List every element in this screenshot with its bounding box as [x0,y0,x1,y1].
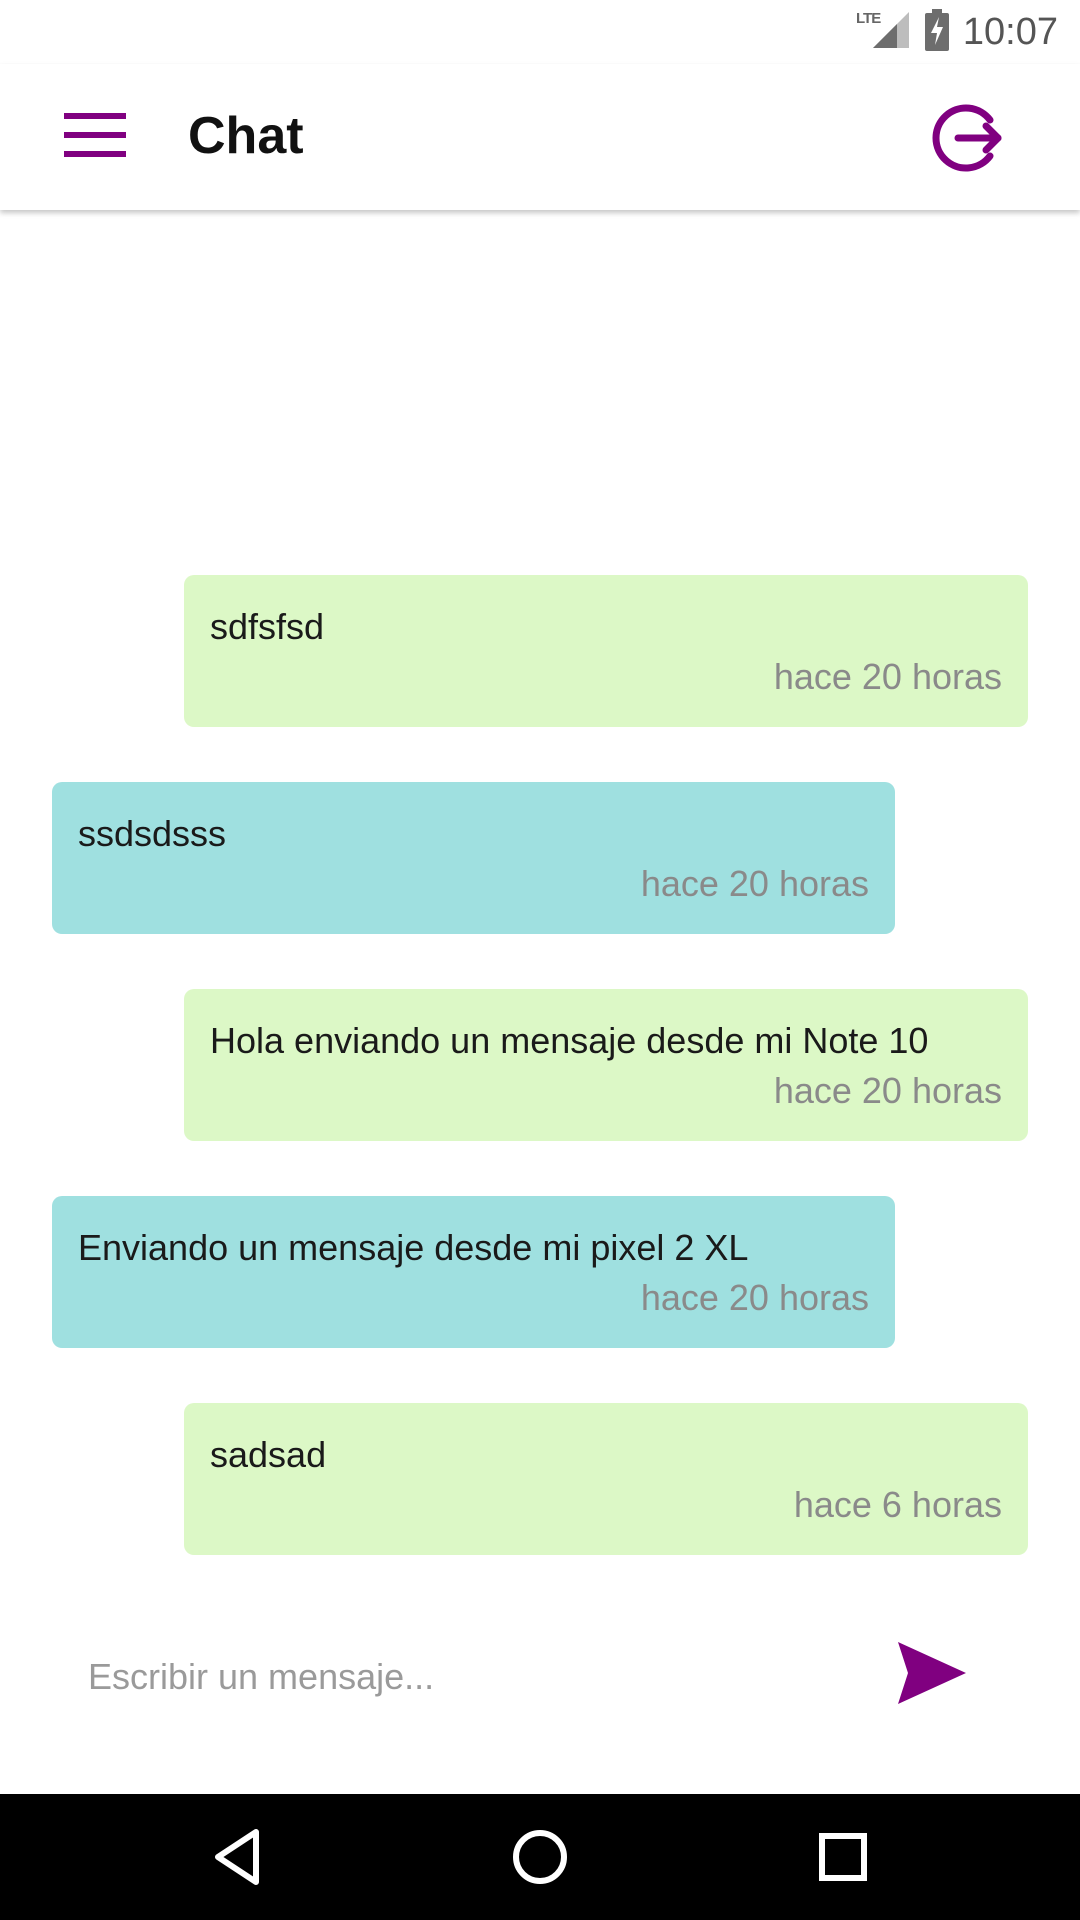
back-icon [206,1829,272,1894]
back-button[interactable] [206,1824,272,1890]
message-bubble-outgoing: Hola enviando un mensaje desde mi Note 1… [184,989,1028,1141]
status-time: 10:07 [962,10,1058,53]
message-timestamp: hace 6 horas [793,1484,1002,1525]
status-bar: LTE 10:07 [0,0,1080,64]
message-composer [0,1610,1080,1745]
system-navigation-bar [0,1794,1080,1920]
signal-icon [871,10,911,55]
logout-button[interactable] [928,98,1008,178]
message-bubble-outgoing: sadsad hace 6 horas [184,1403,1028,1555]
message-bubble-incoming: ssdsdsss hace 20 horas [52,782,895,934]
send-icon [896,1642,968,1710]
message-text: sdfsfsd [210,606,325,647]
app-bar: Chat [0,64,1080,210]
message-timestamp: hace 20 horas [773,656,1002,697]
message-text: Hola enviando un mensaje desde mi Note 1… [210,1020,929,1061]
message-text: sadsad [210,1434,327,1475]
status-icons: 10:07 [871,8,1058,56]
message-bubble-outgoing: sdfsfsd hace 20 horas [184,575,1028,727]
message-timestamp: hace 20 horas [773,1070,1002,1111]
logout-icon [928,104,1008,182]
recents-icon [810,1833,876,1894]
menu-button[interactable] [64,104,164,170]
page-title: Chat [188,107,304,165]
recents-button[interactable] [810,1824,876,1890]
send-button[interactable] [896,1640,972,1716]
chat-message-list[interactable]: sdfsfsd hace 20 horas ssdsdsss hace 20 h… [0,210,1080,1600]
home-button[interactable] [507,1824,573,1890]
home-icon [507,1830,573,1894]
battery-charging-icon [924,8,949,56]
message-text: Enviando un mensaje desde mi pixel 2 XL [78,1227,749,1268]
message-input[interactable] [70,1640,896,1714]
menu-icon [64,112,126,162]
message-text: ssdsdsss [78,813,227,854]
message-bubble-incoming: Enviando un mensaje desde mi pixel 2 XL … [52,1196,895,1348]
message-timestamp: hace 20 horas [640,863,869,904]
message-timestamp: hace 20 horas [640,1277,869,1318]
